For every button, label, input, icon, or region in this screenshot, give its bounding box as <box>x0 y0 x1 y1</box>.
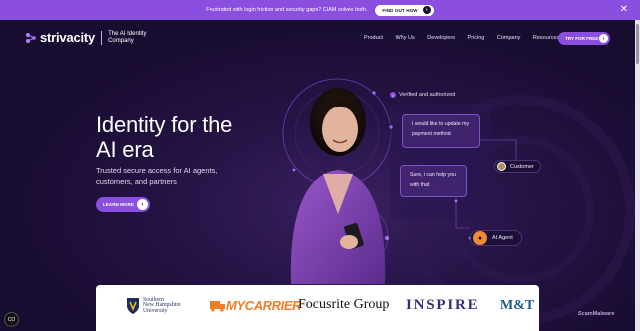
shield-icon <box>127 298 139 314</box>
headline-line-2: AI era <box>96 136 154 162</box>
find-out-how-label: FIND OUT HOW <box>382 7 418 13</box>
arrow-right-icon: › <box>422 6 431 14</box>
strivacity-logo[interactable]: strivacity The AI Identity Company <box>25 30 168 45</box>
customer-tag-label: Customer <box>510 163 534 170</box>
truck-icon <box>210 300 225 312</box>
agent-chat-bubble: Sure, i can help you with that <box>400 165 467 197</box>
focusrite-group-logo: Focusrite Group <box>298 297 390 312</box>
nav-item-product[interactable]: Product <box>364 35 383 41</box>
robot-icon: ● <box>473 231 487 245</box>
try-for-free-button[interactable]: TRY FOR FREE › <box>558 32 610 45</box>
verified-label: Verified and authorized <box>399 92 456 98</box>
verified-status: ✓ Verified and authorized <box>390 92 455 98</box>
brand-name: strivacity <box>40 30 96 45</box>
brand-tagline: The AI Identity Company <box>108 31 147 44</box>
cookie-settings-button[interactable]: CO <box>4 312 19 327</box>
scam-malware-label: ScamMalware <box>578 311 615 317</box>
nav-item-pricing[interactable]: Pricing <box>468 35 485 41</box>
mycarrier-wordmark: MYCARRIER <box>226 298 302 313</box>
nav-item-developers[interactable]: Developers <box>427 35 455 41</box>
mycarrier-logo: MYCARRIER <box>210 298 302 313</box>
scrollbar-thumb[interactable] <box>636 24 639 64</box>
logo-divider <box>101 30 103 45</box>
try-for-free-label: TRY FOR FREE <box>565 36 599 41</box>
announcement-banner: Frustrated with login friction and secur… <box>0 0 640 20</box>
nav-item-resources[interactable]: Resources <box>533 35 559 41</box>
scam-malware-badge: ScamMalware <box>578 311 614 317</box>
ai-agent-label: AI Agent <box>492 235 513 241</box>
nav-item-company[interactable]: Company <box>497 35 521 41</box>
customer-chat-bubble: I would like to update my payment method <box>402 114 480 148</box>
mt-bank-logo: M&T <box>500 298 535 313</box>
woman-portrait-image <box>290 88 386 284</box>
find-out-how-button[interactable]: FIND OUT HOW › <box>375 4 434 16</box>
inspire-logo: INSPIRE <box>406 297 480 313</box>
close-icon[interactable]: ✕ <box>620 4 628 16</box>
site-header: strivacity The AI Identity Company Produ… <box>0 20 640 56</box>
snhu-wordmark: Southern New Hampshire University <box>143 296 181 314</box>
ai-agent-tag: ● AI Agent <box>470 230 522 246</box>
banner-text: Frustrated with login friction and secur… <box>206 7 368 13</box>
learn-more-label: LEARN MORE <box>103 202 134 207</box>
hero-subhead: Trusted secure access for AI agents, cus… <box>96 166 218 186</box>
arrow-right-icon: › <box>599 34 608 43</box>
check-icon: ✓ <box>390 92 396 98</box>
strivacity-logo-icon <box>26 32 36 43</box>
customer-logos-bar: Southern New Hampshire University MYCARR… <box>96 285 539 331</box>
learn-more-button[interactable]: LEARN MORE › <box>96 197 150 212</box>
snhu-logo: Southern New Hampshire University <box>126 297 181 315</box>
customer-avatar <box>497 162 506 171</box>
hero-headline: Identity for the AI era <box>96 112 233 162</box>
headline-line-1: Identity for the <box>96 112 233 137</box>
main-nav: Product Why Us Developers Pricing Compan… <box>364 35 572 41</box>
arrow-right-icon: › <box>137 199 148 210</box>
customer-tag: Customer <box>494 160 541 173</box>
nav-item-why-us[interactable]: Why Us <box>395 35 414 41</box>
page-scrollbar[interactable] <box>635 20 640 331</box>
